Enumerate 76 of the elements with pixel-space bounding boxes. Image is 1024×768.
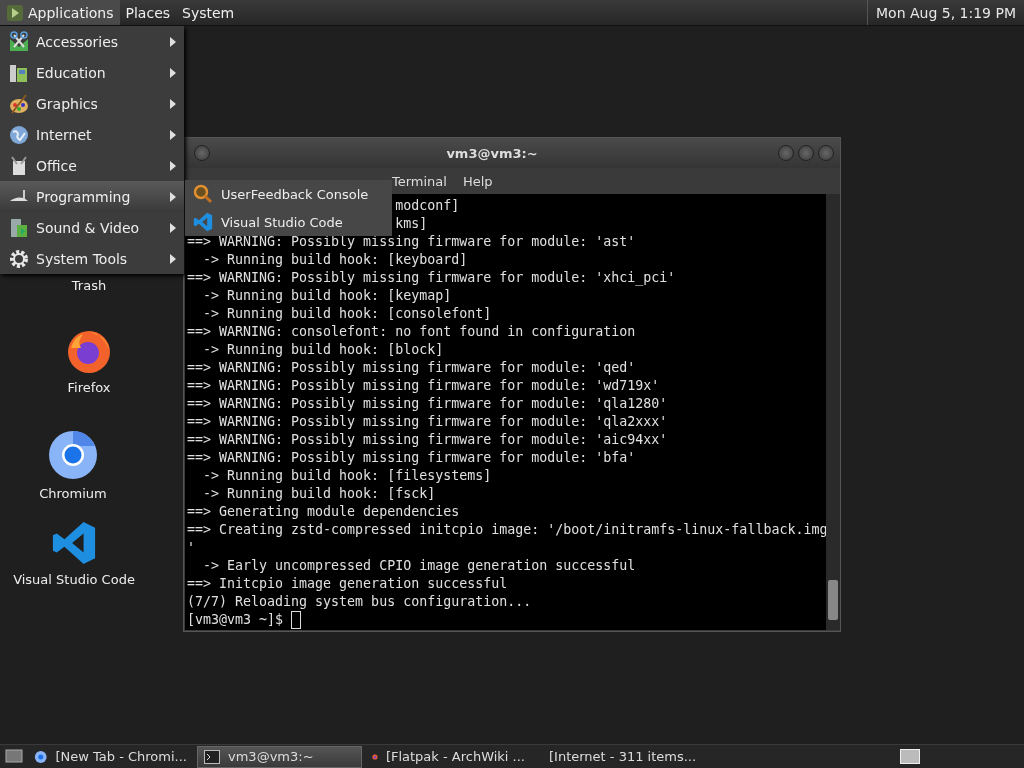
document-icon [8,154,30,177]
gear-icon [8,247,30,270]
submenu-arrow-icon [170,191,176,202]
terminal-line: ==> WARNING: Possibly missing firmware for module: 'bfa' [187,450,636,465]
code-editor-icon [193,212,213,232]
menu-item[interactable]: Graphics [0,88,184,119]
menu-item[interactable]: Internet [0,119,184,150]
shell-prompt: [vm3@vm3 ~]$ [187,611,284,629]
maximize-button[interactable] [798,145,814,161]
browser-icon [34,748,48,765]
scroll-thumb[interactable] [828,580,838,620]
submenu-arrow-icon [170,36,176,47]
taskbar-button[interactable]: [New Tab - Chromi... [28,745,193,768]
taskbar-button[interactable]: vm3@vm3:~ [197,745,362,768]
terminal-line: ==> Creating zstd-compressed initcpio image: '/boot/initramfs-linux-fallback.img [187,522,826,537]
menu-item[interactable]: Programming [0,181,184,212]
submenu-arrow-icon [170,253,176,264]
film-icon [8,216,30,239]
menu-item[interactable]: System Tools [0,243,184,274]
menu-item[interactable]: Sound & Video [0,212,184,243]
menu-item[interactable]: Accessories [0,26,184,57]
browser-icon [48,430,98,480]
taskbar-button[interactable]: [Flatpak - ArchWiki ... [366,745,531,768]
terminal-line: (7/7) Reloading system bus configuration... [187,594,532,609]
terminal-line: ' [187,540,195,555]
window-menu-button[interactable] [194,145,210,161]
desktop-icon-label[interactable]: Chromium [39,486,107,501]
palette-icon [8,92,30,115]
terminal-line: kms] [395,216,428,231]
window-title: vm3@vm3:~ [445,145,539,161]
globe-icon [8,123,30,146]
menu-item[interactable]: Visual Studio Code [185,208,392,236]
close-button[interactable] [818,145,834,161]
submenu-arrow-icon [170,67,176,78]
panel-menu[interactable]: System [176,0,241,25]
terminal-line: ==> WARNING: Possibly missing firmware for module: 'qla1280' [187,396,668,411]
terminal-line: -> Running build hook: [keyboard] [202,252,468,267]
scrollbar[interactable] [826,194,840,630]
terminal-line: -> Running build hook: [filesystems] [202,468,492,483]
terminal-line: ==> Initcpio image generation successful [187,576,508,591]
terminal-line: ==> WARNING: Possibly missing firmware for module: 'aic94xx' [187,432,668,447]
terminal-line: -> Running build hook: [block] [202,342,444,357]
scissors-icon [8,30,30,53]
text-cursor [291,611,302,629]
terminal-line: ==> WARNING: Possibly missing firmware for module: 'wd719x' [187,378,660,393]
submenu-arrow-icon [170,98,176,109]
terminal-icon [204,749,220,764]
terminal-line: ==> WARNING: Possibly missing firmware for module: 'qla2xxx' [187,414,668,429]
terminal-line: -> Running build hook: [keymap] [202,288,452,303]
code-editor-icon [51,520,97,566]
terminal-line: ==> WARNING: consolefont: no font found in configuration [187,324,636,339]
magnifier-icon [193,184,213,204]
workspace-button[interactable] [900,749,920,764]
terminal-line: ==> WARNING: Possibly missing firmware for module: 'qed' [187,360,636,375]
submenu-arrow-icon [170,129,176,140]
menu-item[interactable]: Office [0,150,184,181]
menu-item[interactable]: Education [0,57,184,88]
clock[interactable]: Mon Aug 5, 1:19 PM [867,0,1024,25]
desktop-icon-label[interactable]: Firefox [67,380,111,395]
show-desktop-button[interactable] [4,748,24,765]
terminal-line: ==> Generating module dependencies [187,504,460,519]
terminal-line: -> Running build hook: [consolefont] [202,306,492,321]
panel-menu[interactable]: Applications [0,0,120,25]
terminal-menu[interactable]: Help [454,173,501,189]
terminal-line: -> Running build hook: [fsck] [202,486,436,501]
taskbar-button[interactable]: [Internet - 311 items... [535,745,700,768]
submenu-arrow-icon [170,222,176,233]
desktop-icon-label[interactable]: Trash [71,278,107,293]
submenu-arrow-icon [170,160,176,171]
terminal-line: modconf] [395,198,460,213]
terminal-line: -> Early uncompressed CPIO image generation successful [202,558,636,573]
minimize-button[interactable] [778,145,794,161]
panel-menu[interactable]: Places [119,0,177,25]
terminal-line: ==> WARNING: Possibly missing firmware for module: 'ast' [187,234,636,249]
terminal-line: ==> WARNING: Possibly missing firmware for module: 'xhci_pci' [187,270,676,285]
desktop-icon-label[interactable]: Visual Studio Code [13,572,135,587]
